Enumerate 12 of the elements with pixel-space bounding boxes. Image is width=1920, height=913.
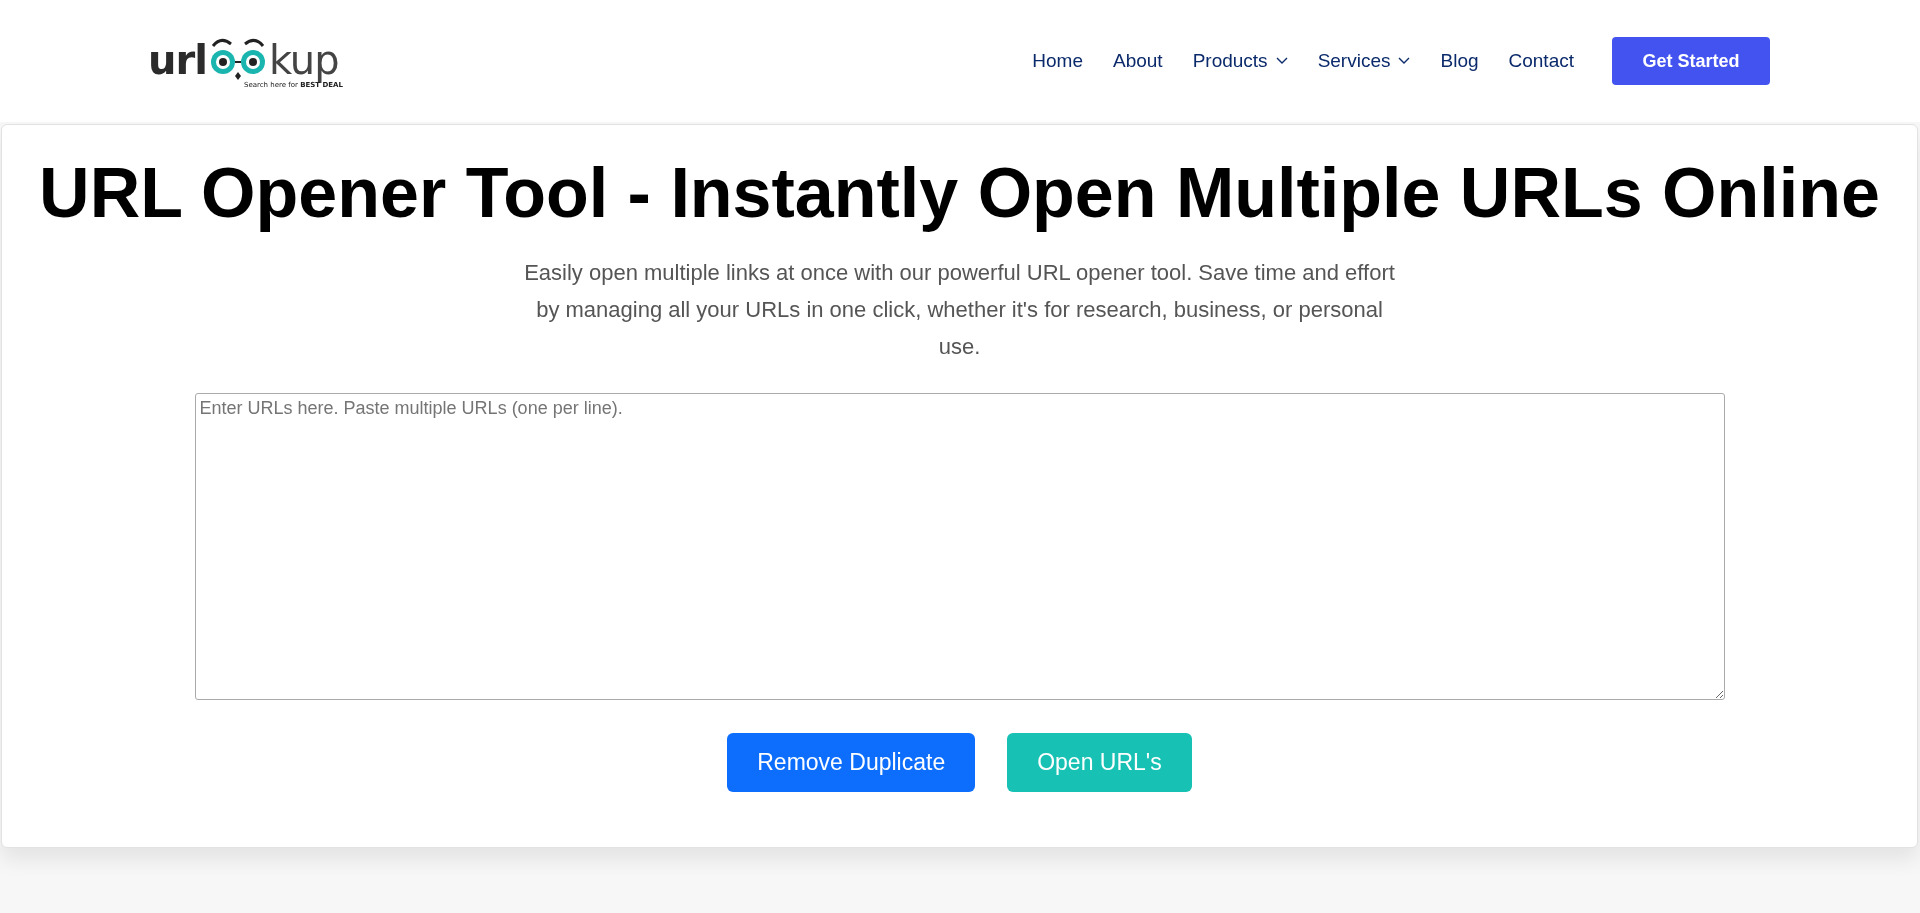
nav-link[interactable]: Home: [1032, 50, 1083, 72]
logo-text: url: [148, 39, 207, 80]
page-description: Easily open multiple links at once with our powerful URL opener tool. Save time and effort by managing all your URLs in one click, whether it's for research, business, or personal use.: [523, 259, 1396, 361]
nav-link[interactable]: Contact: [1508, 50, 1574, 72]
action-button[interactable]: Remove Duplicate: [727, 733, 976, 792]
url-input-field[interactable]: Enter URLs here. Paste multiple URLs (one per line).: [194, 393, 1725, 700]
get-started-button[interactable]: Get Started: [1612, 37, 1770, 85]
nav-link[interactable]: About: [1113, 50, 1163, 72]
nav-link[interactable]: Products: [1192, 50, 1288, 72]
nav-link[interactable]: Blog: [1440, 50, 1479, 72]
nav-link[interactable]: Services: [1317, 50, 1411, 72]
page-title: URL Opener Tool - Instantly Open Multiple URLs Online: [39, 155, 1880, 232]
